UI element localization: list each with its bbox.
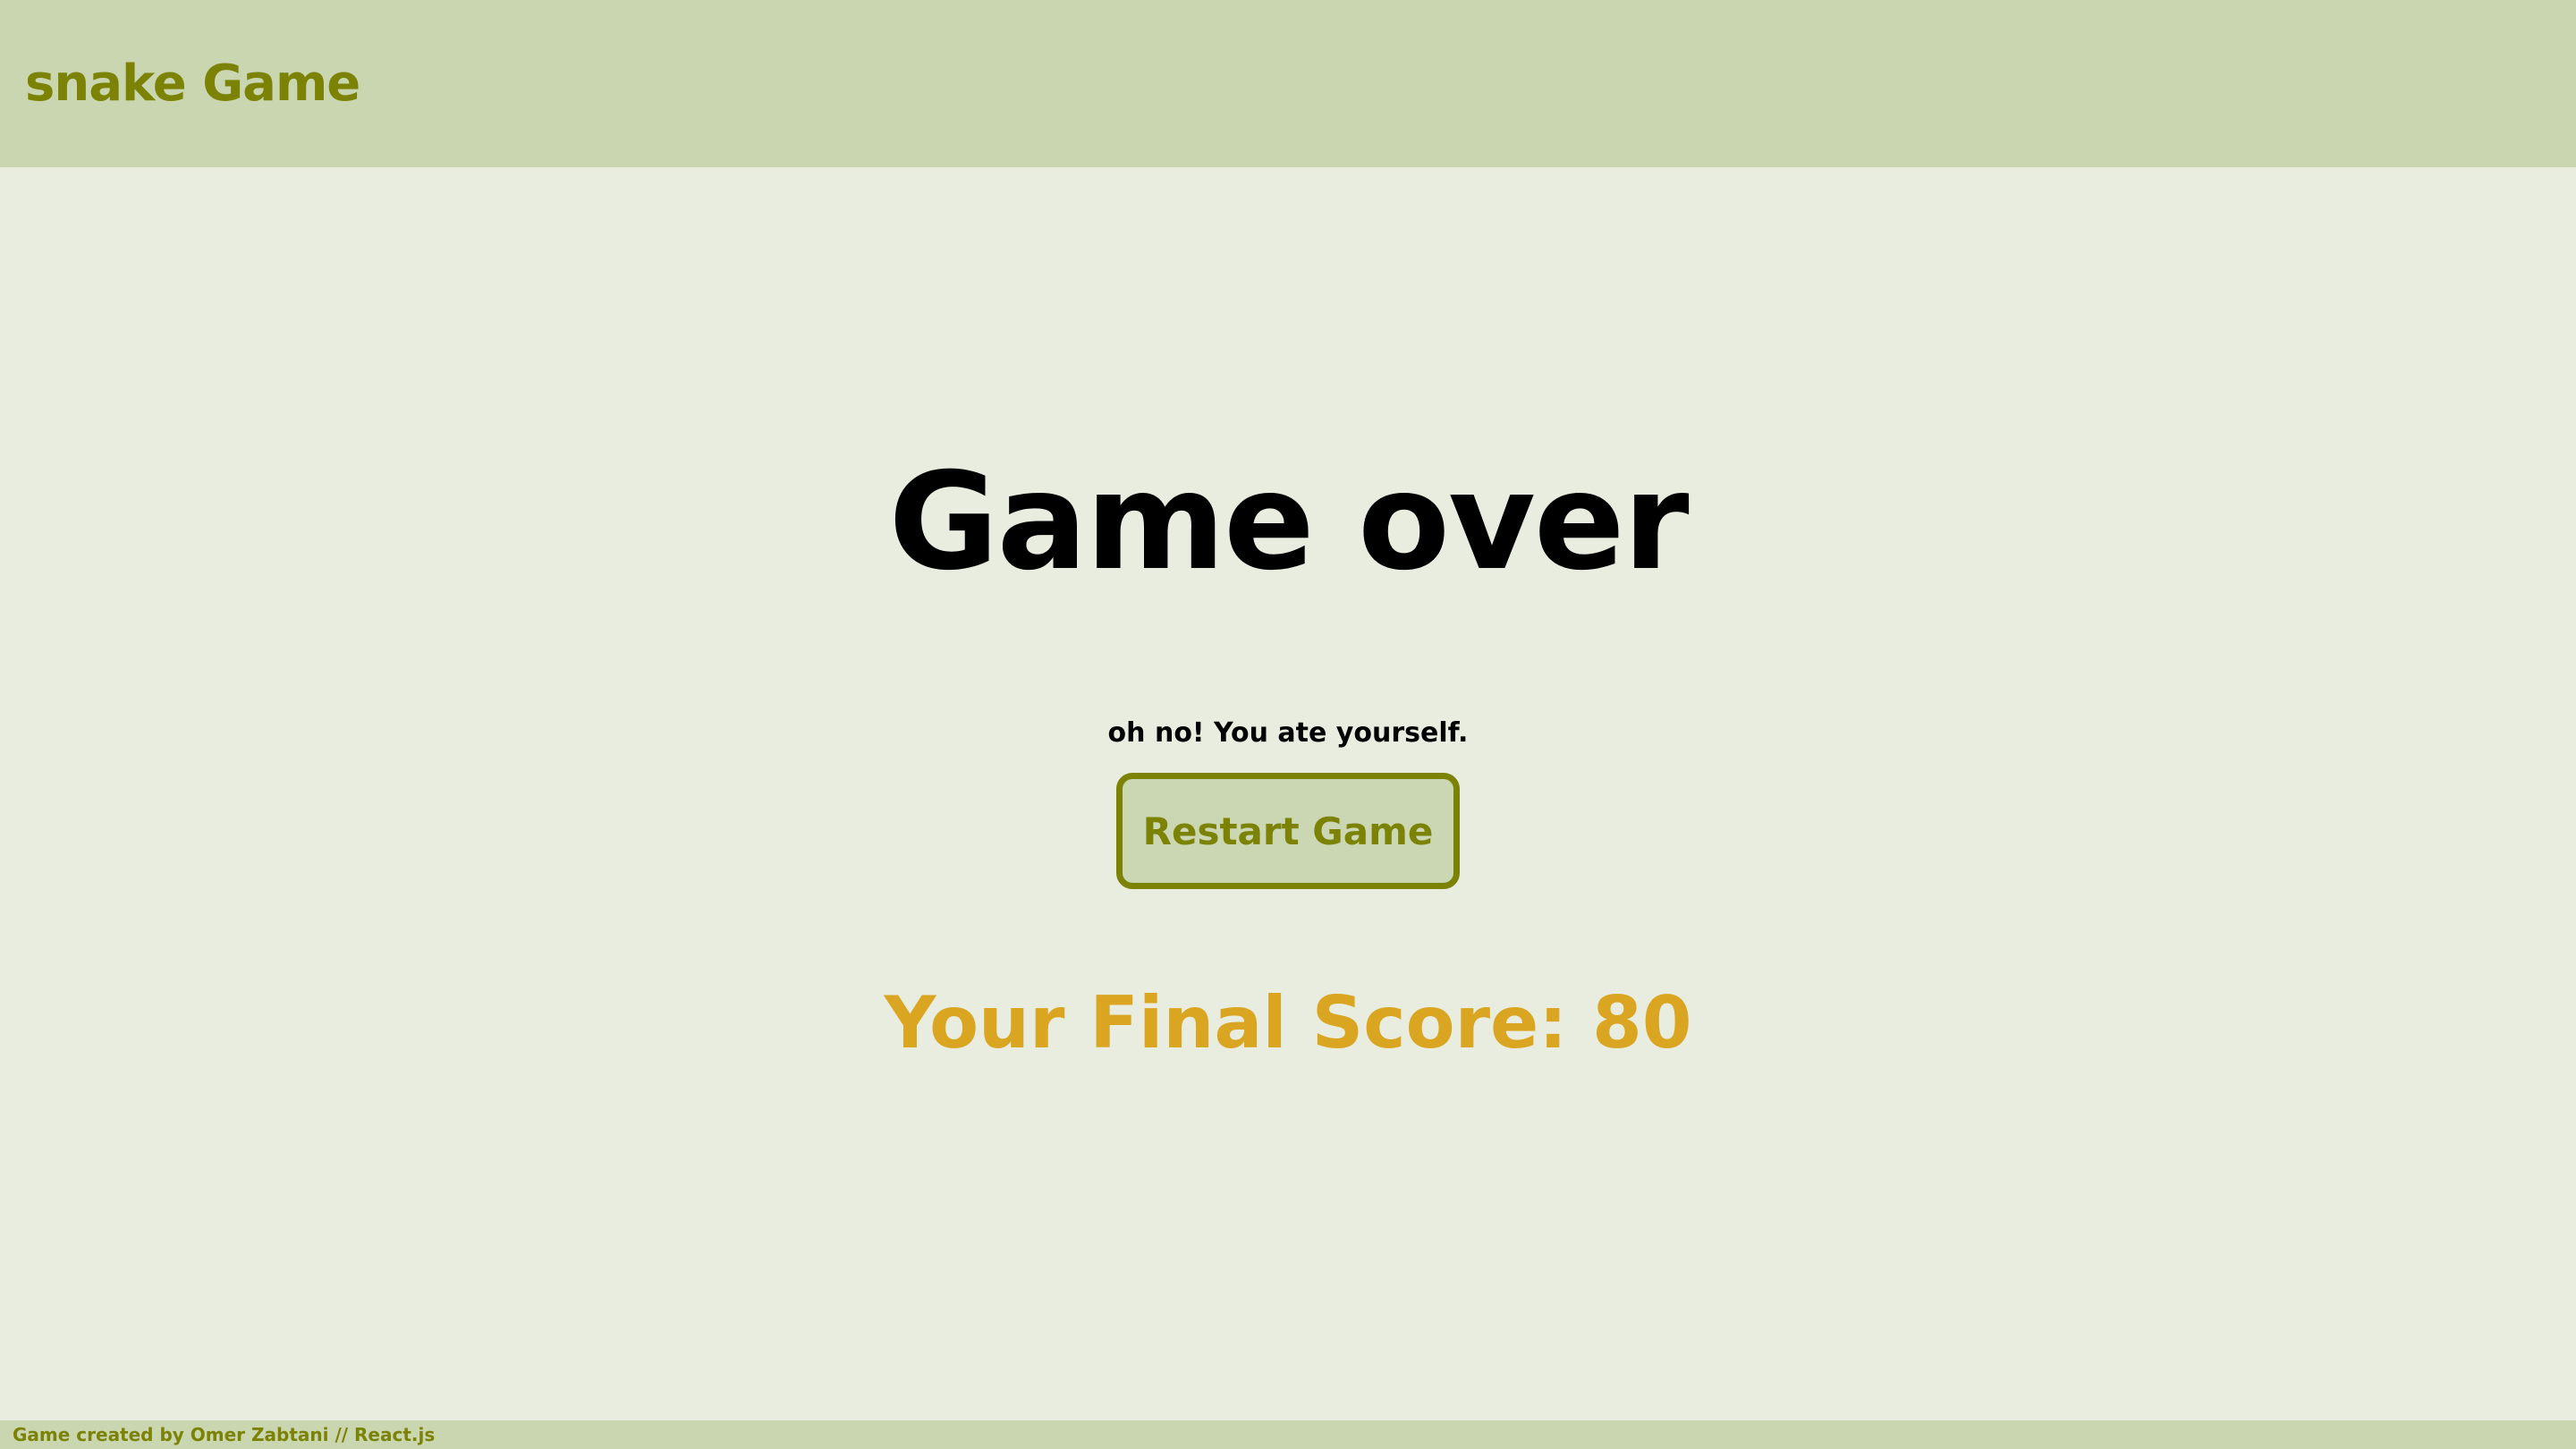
footer-credit: Game created by Omer Zabtani // React.js	[13, 1424, 436, 1445]
final-score-label: Your Final Score:	[884, 981, 1568, 1064]
final-score: Your Final Score: 80	[0, 979, 2576, 1068]
game-over-message: oh no! You ate yourself.	[1107, 717, 1469, 749]
final-score-value: 80	[1592, 981, 1692, 1064]
game-over-screen: Game over oh no! You ate yourself. Resta…	[0, 167, 2576, 1420]
header-bar: snake Game	[0, 0, 2576, 167]
app-title: snake Game	[25, 55, 360, 113]
footer-bar: Game created by Omer Zabtani // React.js	[0, 1420, 2576, 1449]
restart-game-button[interactable]: Restart Game	[1116, 773, 1460, 889]
game-over-heading: Game over	[888, 445, 1689, 600]
